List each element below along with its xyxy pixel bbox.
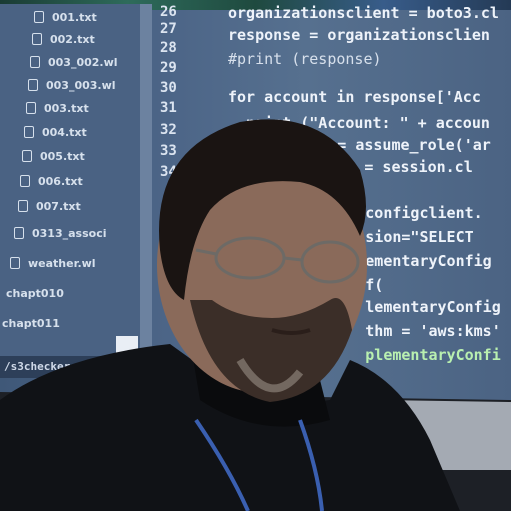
speaker-figure <box>0 119 511 511</box>
photo-scene: 001.txt 002.txt 003_002.wl 003_003.wl 00… <box>0 0 511 511</box>
